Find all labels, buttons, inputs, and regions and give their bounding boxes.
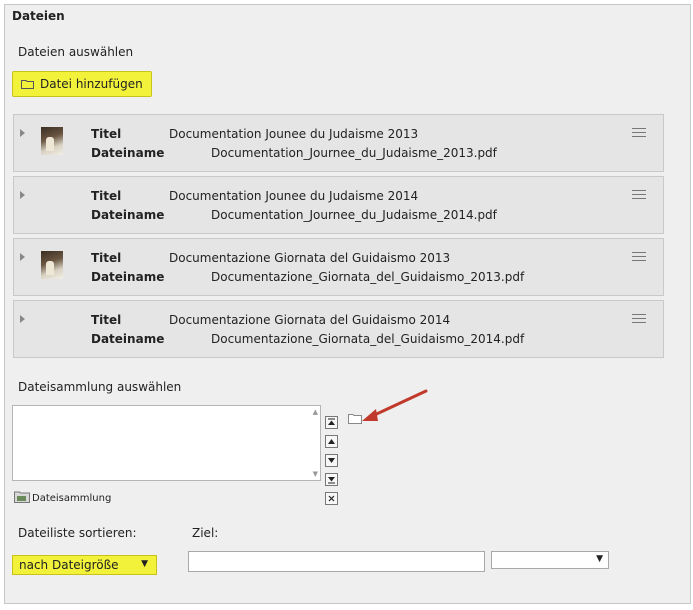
file-row[interactable]: Titel Documentation Jounee du Judaisme 2…	[13, 114, 664, 172]
title-key: Titel	[91, 251, 122, 265]
add-file-label: Datei hinzufügen	[40, 77, 143, 91]
file-row[interactable]: Titel Documentazione Giornata del Guidai…	[13, 300, 664, 358]
collection-link-label: Dateisammlung	[32, 492, 112, 504]
move-down-button[interactable]	[325, 454, 338, 467]
expand-caret-icon[interactable]	[20, 253, 25, 261]
title-value: Documentazione Giornata del Guidaismo 20…	[169, 251, 451, 265]
collection-label: Dateisammlung auswählen	[18, 380, 182, 394]
collection-link[interactable]: Dateisammlung	[14, 490, 111, 506]
filename-value: Documentation_Journee_du_Judaisme_2013.p…	[211, 146, 497, 160]
move-bottom-button[interactable]	[325, 473, 338, 486]
filename-value: Documentazione_Giornata_del_Guidaismo_20…	[211, 332, 525, 346]
drag-handle-icon[interactable]	[632, 314, 646, 324]
scroll-down-icon[interactable]: ▼	[313, 470, 318, 478]
add-file-button[interactable]: Datei hinzufügen	[12, 71, 152, 97]
title-value: Documentazione Giornata del Guidaismo 20…	[169, 313, 451, 327]
scroll-up-icon[interactable]: ▲	[313, 408, 318, 416]
file-row[interactable]: Titel Documentation Jounee du Judaisme 2…	[13, 176, 664, 234]
collection-listbox[interactable]: ▲ ▼	[12, 405, 321, 481]
folder-icon	[21, 79, 34, 89]
arrow-annotation-icon	[358, 388, 430, 427]
sort-label: Dateiliste sortieren:	[18, 526, 137, 540]
drag-handle-icon[interactable]	[632, 128, 646, 138]
file-thumbnail	[41, 251, 63, 279]
filename-key: Dateiname	[91, 270, 165, 284]
expand-caret-icon[interactable]	[20, 129, 25, 137]
move-top-button[interactable]	[325, 416, 338, 429]
filename-value: Documentation_Journee_du_Judaisme_2014.p…	[211, 208, 497, 222]
file-thumbnail	[41, 127, 63, 155]
sort-select[interactable]: nach Dateigröße ▼	[12, 555, 157, 575]
remove-button[interactable]	[325, 492, 338, 505]
title-key: Titel	[91, 313, 122, 327]
dropdown-arrow-icon: ▼	[596, 554, 603, 564]
section-title: Dateien	[12, 9, 65, 23]
title-value: Documentation Jounee du Judaisme 2013	[169, 127, 419, 141]
target-input[interactable]	[188, 551, 485, 572]
filename-key: Dateiname	[91, 146, 165, 160]
select-files-label: Dateien auswählen	[18, 45, 134, 59]
expand-caret-icon[interactable]	[20, 191, 25, 199]
expand-caret-icon[interactable]	[20, 315, 25, 323]
collection-folder-icon	[14, 490, 30, 506]
filename-key: Dateiname	[91, 332, 165, 346]
title-key: Titel	[91, 189, 122, 203]
filename-value: Documentazione_Giornata_del_Guidaismo_20…	[211, 270, 525, 284]
drag-handle-icon[interactable]	[632, 252, 646, 262]
dropdown-arrow-icon: ▼	[141, 559, 148, 569]
title-value: Documentation Jounee du Judaisme 2014	[169, 189, 419, 203]
file-row[interactable]: Titel Documentazione Giornata del Guidai…	[13, 238, 664, 296]
sort-selected-value: nach Dateigröße	[19, 558, 119, 572]
drag-handle-icon[interactable]	[632, 190, 646, 200]
title-key: Titel	[91, 127, 122, 141]
move-up-button[interactable]	[325, 435, 338, 448]
target-label: Ziel:	[192, 526, 219, 540]
filename-key: Dateiname	[91, 208, 165, 222]
target-select[interactable]: ▼	[491, 551, 609, 569]
